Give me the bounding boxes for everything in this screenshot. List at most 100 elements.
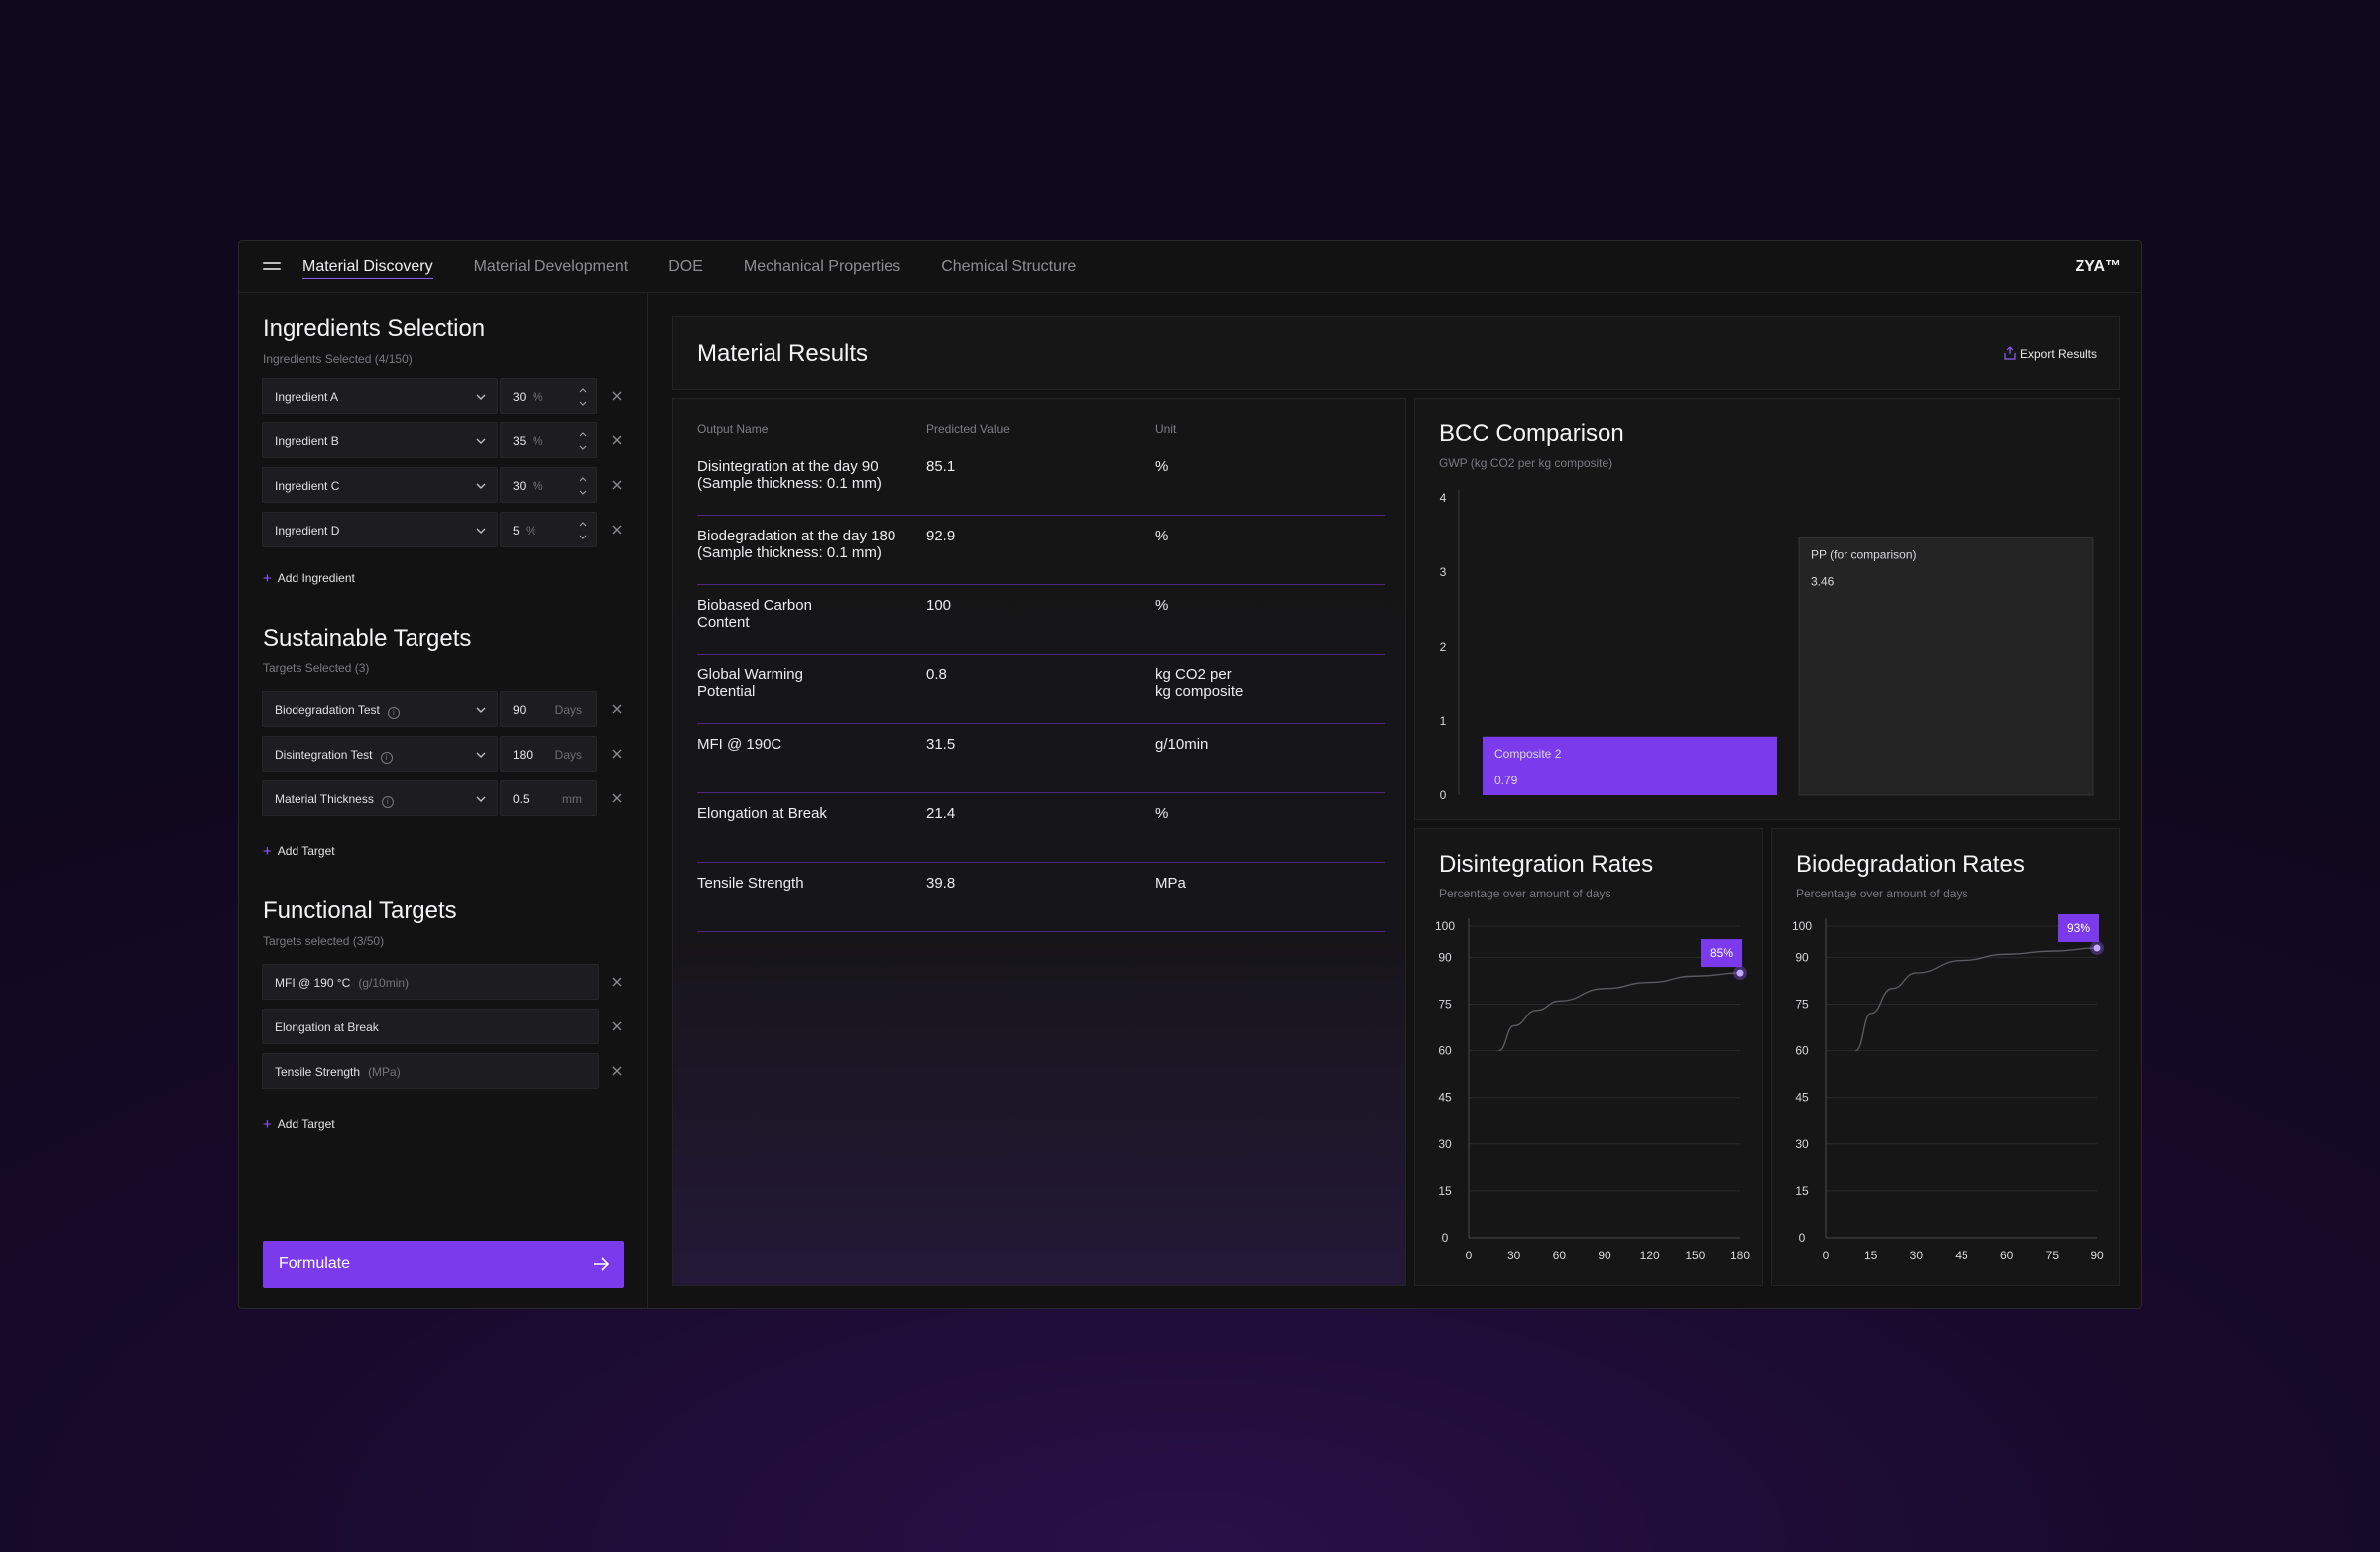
ingredient-percent-stepper[interactable]: 35 %: [500, 422, 597, 458]
formulate-button[interactable]: Formulate: [263, 1241, 624, 1288]
output-name: MFI @ 190C: [697, 736, 782, 753]
remove-ingredient-close-icon[interactable]: [609, 477, 625, 493]
formulate-label: Formulate: [279, 1255, 351, 1272]
ingredient-name: Ingredient D: [275, 524, 340, 537]
x-tick-label: 30: [1507, 1249, 1521, 1262]
add-ingredient-button[interactable]: + Add Ingredient: [263, 570, 355, 587]
target-unit: Days: [554, 703, 582, 717]
target-value-input[interactable]: 90 Days: [500, 691, 597, 727]
remove-ingredient-close-icon[interactable]: [609, 432, 625, 448]
stepper-arrows-icon[interactable]: [578, 385, 588, 409]
functional-target-field[interactable]: Tensile Strength (MPa): [262, 1053, 599, 1089]
biodegradation-title: Biodegradation Rates: [1796, 851, 2025, 878]
functional-target-unit: (g/10min): [358, 976, 410, 990]
ingredient-select[interactable]: Ingredient A: [262, 378, 498, 414]
plus-icon: +: [263, 570, 272, 587]
hamburger-menu-icon[interactable]: [263, 259, 281, 273]
y-tick-label: 0: [1799, 1231, 1806, 1245]
x-tick-label: 0: [1466, 1249, 1473, 1262]
target-select[interactable]: Biodegradation Test i: [262, 691, 498, 727]
ingredient-select[interactable]: Ingredient B: [262, 422, 498, 458]
functional-target-field[interactable]: MFI @ 190 °C (g/10min): [262, 964, 599, 1000]
x-tick-label: 150: [1685, 1249, 1705, 1262]
ingredient-percent-stepper[interactable]: 30 %: [500, 378, 597, 414]
add-sustainable-target-button[interactable]: + Add Target: [263, 843, 335, 860]
tab-chemical-structure[interactable]: Chemical Structure: [941, 241, 1076, 293]
target-value: 180: [513, 748, 534, 762]
ingredient-percent-stepper[interactable]: 30 %: [500, 467, 597, 503]
percent-unit: %: [526, 524, 536, 537]
chevron-down-icon: [476, 483, 486, 489]
x-tick-label: 15: [1864, 1249, 1878, 1262]
percent-unit: %: [533, 434, 543, 448]
remove-target-close-icon[interactable]: [609, 701, 625, 717]
ingredient-percent-stepper[interactable]: 5 %: [500, 512, 597, 547]
ingredient-name: Ingredient C: [275, 479, 340, 493]
ingredient-name: Ingredient B: [275, 434, 339, 448]
tab-material-discovery[interactable]: Material Discovery: [302, 241, 433, 293]
unit: MPa: [1155, 875, 1186, 892]
stepper-arrows-icon[interactable]: [578, 429, 588, 453]
table-row: Elongation at Break 21.4 %: [697, 793, 1385, 863]
unit: %: [1155, 458, 1169, 475]
info-icon[interactable]: i: [387, 707, 400, 719]
disintegration-subtitle: Percentage over amount of days: [1439, 887, 1611, 900]
ingredients-subtitle: Ingredients Selected (4/150): [263, 352, 413, 366]
bcc-subtitle: GWP (kg CO2 per kg composite): [1439, 456, 1613, 470]
results-header: Material Results Export Results: [672, 316, 2120, 390]
unit: %: [1155, 805, 1169, 822]
bar-pp-comparison: [1798, 537, 2094, 796]
output-name: Biobased Carbon Content: [697, 597, 812, 631]
target-select[interactable]: Disintegration Test i: [262, 736, 498, 772]
ingredients-title: Ingredients Selection: [263, 315, 486, 342]
remove-ingredient-close-icon[interactable]: [609, 388, 625, 404]
tab-material-development[interactable]: Material Development: [474, 241, 629, 293]
output-name: Elongation at Break: [697, 805, 827, 822]
y-tick-label: 45: [1795, 1091, 1809, 1105]
target-value-input[interactable]: 180 Days: [500, 736, 597, 772]
ingredient-select[interactable]: Ingredient D: [262, 512, 498, 547]
target-select[interactable]: Material Thickness i: [262, 780, 498, 816]
functional-target-field[interactable]: Elongation at Break: [262, 1009, 599, 1044]
predicted-value: 100: [926, 597, 952, 614]
x-tick-label: 180: [1730, 1249, 1750, 1262]
remove-target-close-icon[interactable]: [609, 974, 625, 990]
y-tick-label: 15: [1438, 1184, 1452, 1198]
y-tick-label: 75: [1795, 998, 1809, 1012]
end-point: [1736, 969, 1744, 977]
x-tick-label: 60: [2000, 1249, 2014, 1262]
add-functional-target-button[interactable]: + Add Target: [263, 1116, 335, 1133]
y-tick-label: 1: [1440, 714, 1447, 728]
remove-target-close-icon[interactable]: [609, 746, 625, 762]
info-icon[interactable]: i: [380, 752, 393, 764]
bcc-comparison-panel: 0 1 2 3 4 Composite 2 0.79 PP (for comparison) 3…: [1414, 398, 2120, 820]
functional-target-unit: (MPa): [368, 1065, 401, 1079]
export-results-button[interactable]: Export Results: [2004, 346, 2097, 361]
tab-mechanical-properties[interactable]: Mechanical Properties: [744, 241, 900, 293]
end-point: [2093, 944, 2101, 952]
stepper-arrows-icon[interactable]: [578, 519, 588, 542]
remove-target-close-icon[interactable]: [609, 1018, 625, 1034]
nav-tabs: Material Discovery Material Development …: [302, 241, 1117, 293]
target-unit: mm: [562, 792, 582, 806]
remove-target-close-icon[interactable]: [609, 1063, 625, 1079]
ingredient-select[interactable]: Ingredient C: [262, 467, 498, 503]
percent-unit: %: [533, 479, 543, 493]
functional-target-name: Tensile Strength: [275, 1065, 361, 1079]
info-icon[interactable]: i: [381, 796, 394, 808]
target-unit: Days: [554, 748, 582, 762]
unit: kg CO2 per kg composite: [1155, 666, 1244, 700]
bar-value-label: 0.79: [1494, 774, 1518, 787]
stepper-arrows-icon[interactable]: [578, 474, 588, 498]
remove-target-close-icon[interactable]: [609, 790, 625, 806]
remove-ingredient-close-icon[interactable]: [609, 522, 625, 537]
predicted-value: 21.4: [926, 805, 956, 822]
tab-doe[interactable]: DOE: [668, 241, 703, 293]
bcc-title: BCC Comparison: [1439, 420, 1624, 447]
table-row: Biodegradation at the day 180 (Sample th…: [697, 516, 1385, 585]
functional-target-name: Elongation at Break: [275, 1020, 379, 1034]
y-tick-label: 90: [1795, 950, 1809, 964]
target-value-input[interactable]: 0.5 mm: [500, 780, 597, 816]
bar-category-label: PP (for comparison): [1811, 548, 1916, 562]
x-tick-label: 75: [2046, 1249, 2060, 1262]
